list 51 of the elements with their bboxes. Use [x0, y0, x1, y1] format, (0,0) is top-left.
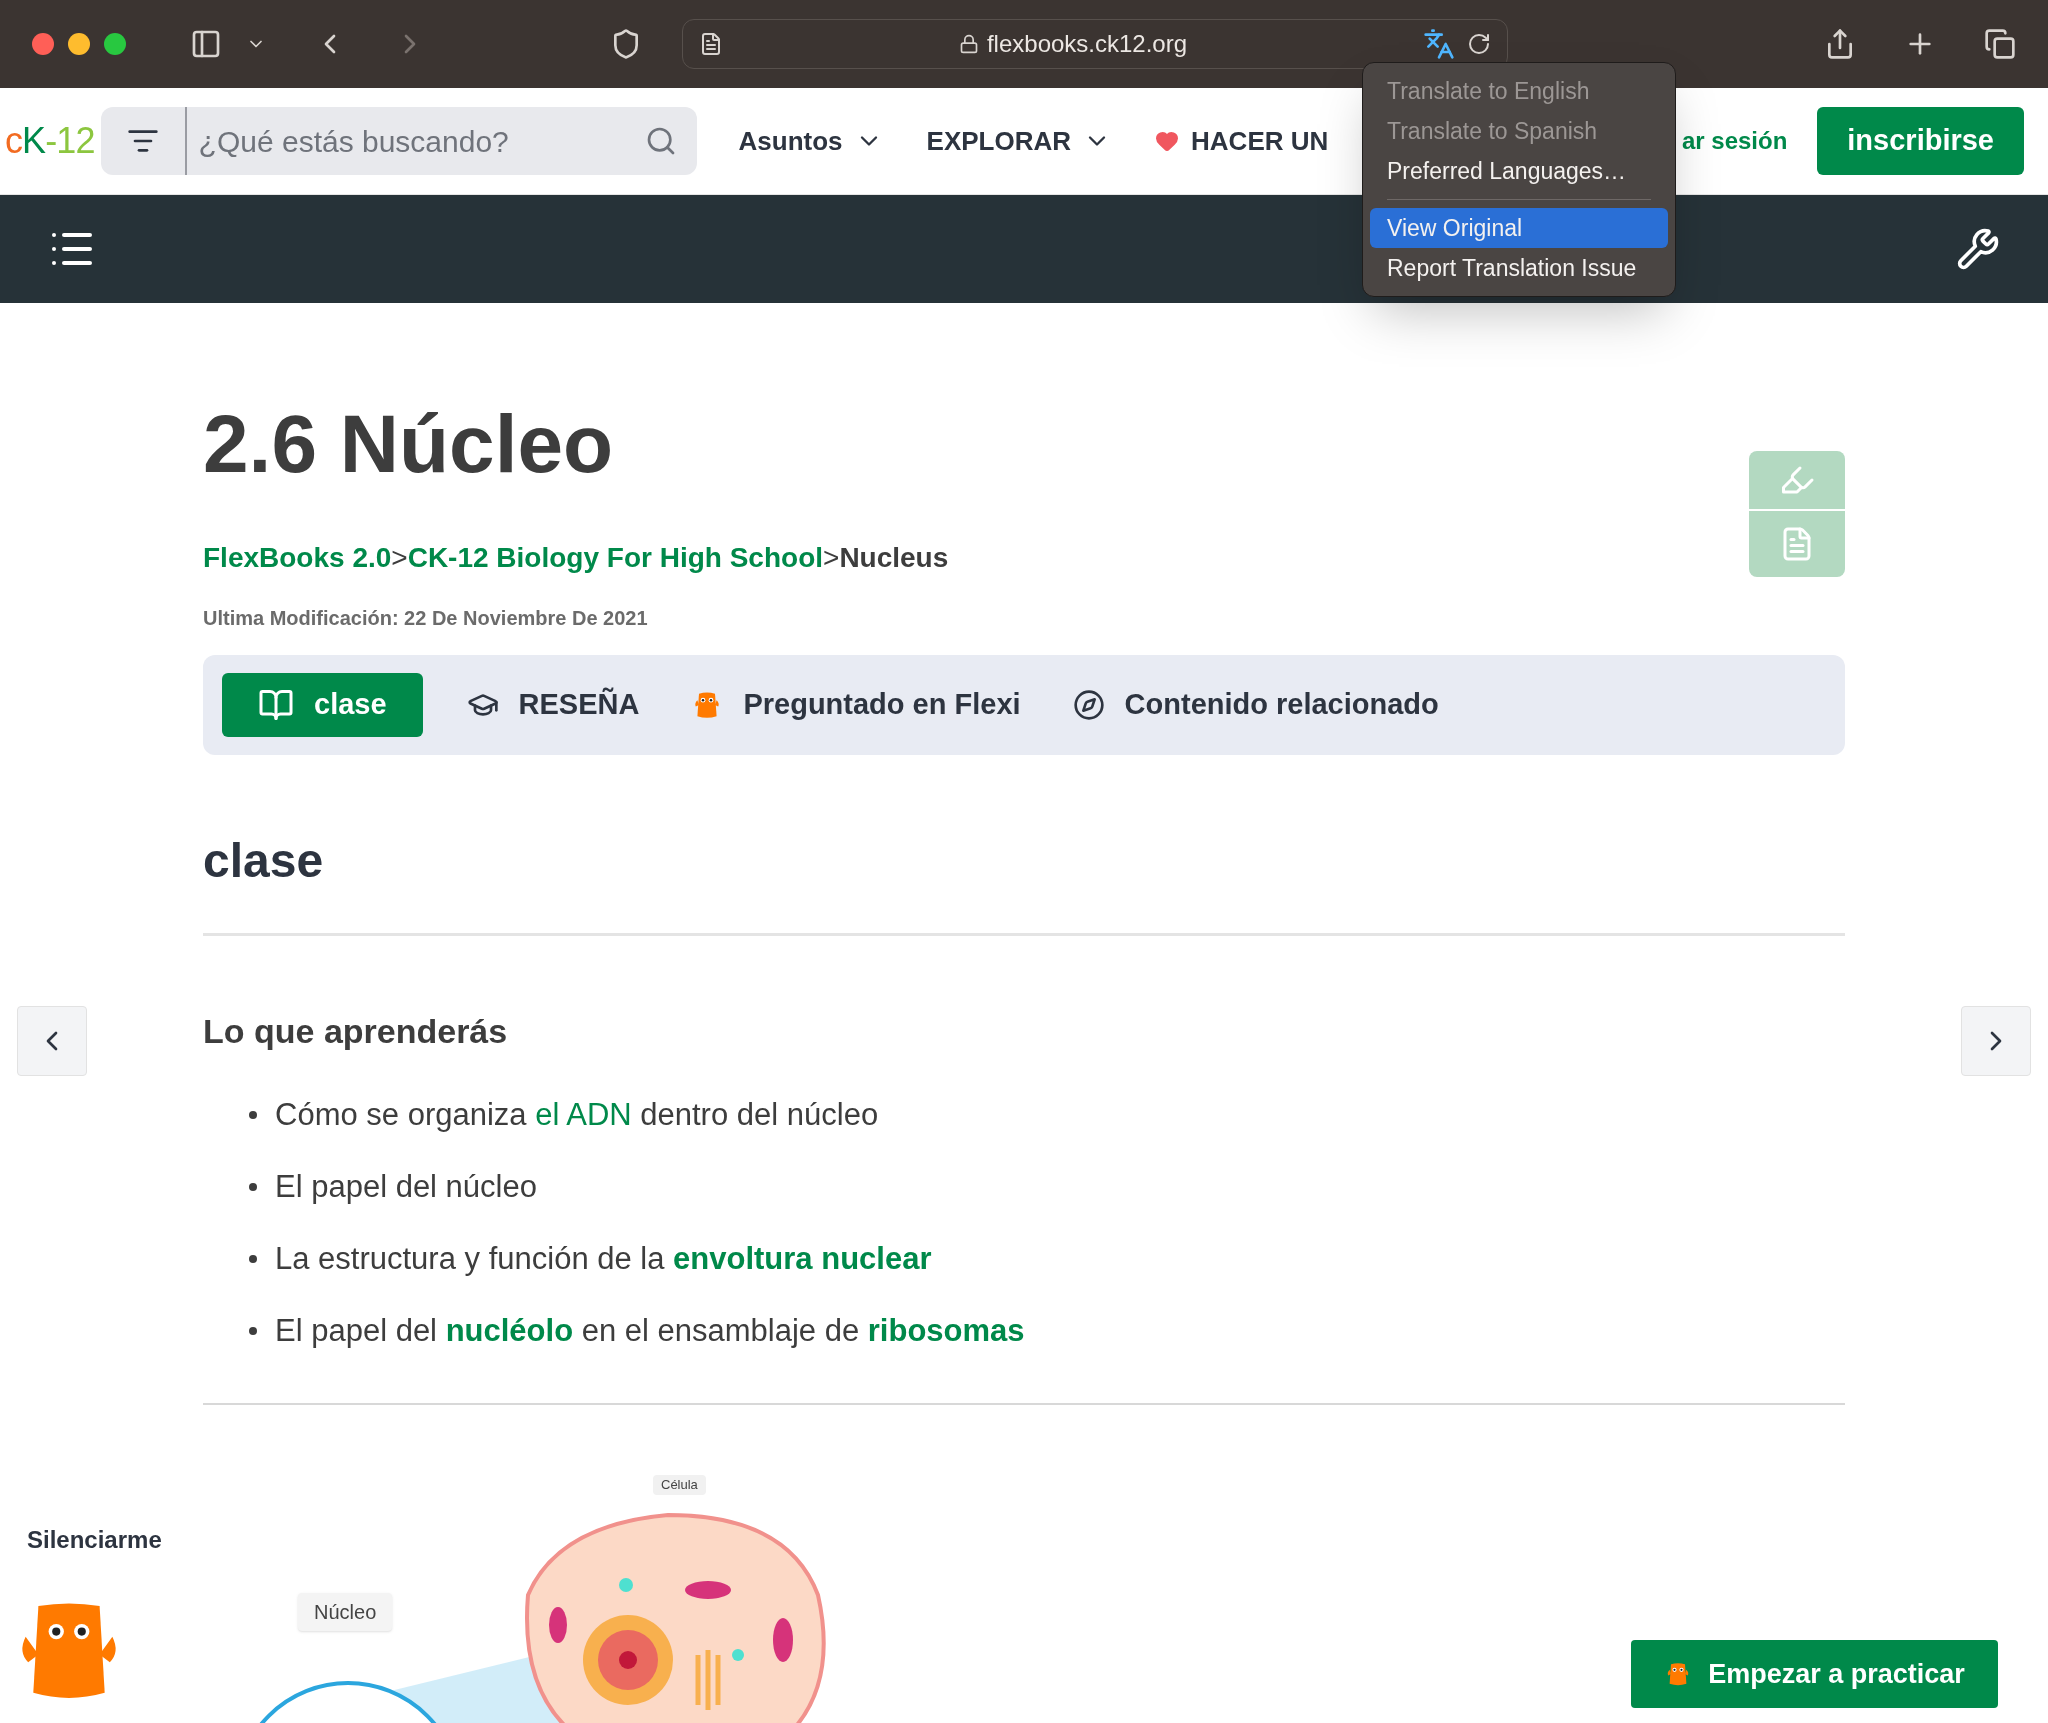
search-field[interactable]: ¿Qué estás buscando?	[186, 118, 645, 164]
term-link[interactable]: nucléolo	[445, 1312, 574, 1348]
search-bar[interactable]: ¿Qué estás buscando?	[100, 107, 697, 175]
page-icon[interactable]	[699, 32, 723, 56]
breadcrumb-separator: >	[823, 541, 840, 575]
start-practice-button[interactable]: Empezar a practicar	[1631, 1640, 1998, 1708]
figure-label: Núcleo	[298, 1593, 393, 1631]
term-link[interactable]: ribosomas	[867, 1312, 1025, 1348]
url-text: flexbooks.ck12.org	[986, 29, 1188, 59]
menu-item[interactable]: Preferred Languages…	[1370, 151, 1668, 191]
tab[interactable]: Preguntado en Flexi	[683, 673, 1029, 737]
breadcrumb-current: Nucleus	[839, 541, 949, 575]
learning-goal-text: El papel del nucléolo en el ensamblaje de ribosomas	[275, 1311, 1025, 1350]
zoom-window-button[interactable]	[104, 33, 126, 55]
learn-heading: Lo que aprenderás	[203, 1011, 509, 1052]
learning-goal-text: El papel del núcleo	[275, 1167, 537, 1206]
sign-in-link[interactable]: ar sesión	[1681, 123, 1788, 159]
reload-icon[interactable]	[1467, 32, 1491, 56]
page-title: 2.6 Núcleo	[203, 403, 615, 485]
ck12-logo[interactable]: cK-12	[5, 114, 95, 168]
tools-icon[interactable]	[1956, 227, 2000, 271]
term-link[interactable]: envoltura nuclear	[673, 1240, 932, 1276]
breadcrumb-link[interactable]: CK-12 Biology For High School	[407, 537, 823, 579]
book-icon	[258, 687, 294, 723]
menu-item[interactable]: View Original	[1370, 208, 1668, 248]
compass-icon	[1072, 689, 1105, 721]
heart-icon	[1155, 129, 1180, 153]
tab[interactable]: clase	[222, 673, 423, 737]
menu-item[interactable]: Report Translation Issue	[1370, 248, 1668, 288]
breadcrumb-separator: >	[391, 541, 408, 575]
address-bar[interactable]: flexbooks.ck12.org	[682, 19, 1508, 69]
sidebar-toggle-icon[interactable]	[190, 28, 222, 60]
mute-label[interactable]: Silenciarme	[27, 1522, 162, 1558]
lock-icon	[958, 34, 979, 54]
sign-up-button[interactable]: inscribirse	[1817, 107, 2024, 175]
tab[interactable]: RESEÑA	[458, 673, 648, 737]
breadcrumb-link[interactable]: FlexBooks 2.0	[203, 537, 392, 579]
section-heading: clase	[203, 833, 325, 889]
translate-icon[interactable]	[1423, 28, 1455, 60]
nav-menu[interactable]: EXPLORAR	[926, 121, 1112, 161]
donate-link[interactable]: HACER UN	[1155, 121, 1329, 161]
close-window-button[interactable]	[32, 33, 54, 55]
last-modified-text: Ultima Modificación: 22 De Noviembre De 2021	[203, 606, 649, 631]
text-link[interactable]: el ADN	[535, 1096, 632, 1132]
nav-menu[interactable]: Asuntos	[738, 121, 883, 161]
learning-goal-text: La estructura y función de la envoltura nuclear	[275, 1239, 932, 1278]
minimize-window-button[interactable]	[68, 33, 90, 55]
figure-label: Célula	[653, 1475, 706, 1495]
learning-goal-text: Cómo se organiza el ADN dentro del núcleo	[275, 1095, 879, 1134]
tab[interactable]: Contenido relacionado	[1064, 673, 1447, 737]
tabs-overview-icon[interactable]	[1984, 28, 2016, 60]
